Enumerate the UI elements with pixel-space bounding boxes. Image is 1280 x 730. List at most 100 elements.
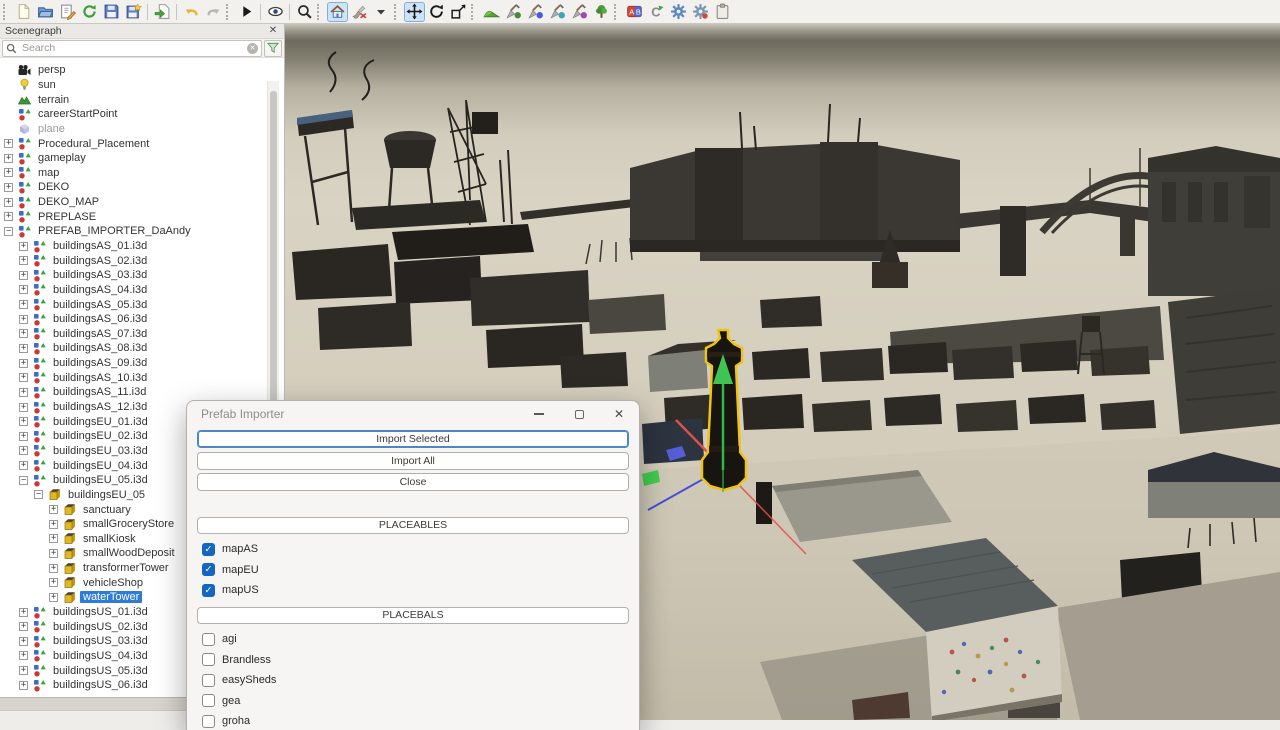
expand-icon[interactable]: + xyxy=(19,256,28,265)
collapse-icon[interactable]: − xyxy=(19,476,28,485)
new-file-button[interactable] xyxy=(13,2,34,22)
collapse-icon[interactable]: − xyxy=(4,227,13,236)
expand-icon[interactable]: + xyxy=(4,168,13,177)
import-all-button[interactable]: Import All xyxy=(197,452,629,470)
expand-icon[interactable]: + xyxy=(4,183,13,192)
dialog-titlebar[interactable]: Prefab Importer ✕ xyxy=(187,401,639,427)
tree-item-buildingsas-05-i3d[interactable]: +buildingsAS_05.i3d xyxy=(0,297,284,312)
gear-settings-button[interactable] xyxy=(690,2,711,22)
collapse-icon[interactable]: − xyxy=(34,490,43,499)
expand-icon[interactable]: + xyxy=(19,608,28,617)
terrain-paint-blue-button[interactable] xyxy=(525,2,546,22)
expand-icon[interactable]: + xyxy=(19,637,28,646)
expand-icon[interactable]: + xyxy=(19,681,28,690)
refresh-scripts-button[interactable]: C xyxy=(646,2,667,22)
terrain-paint-green-button[interactable] xyxy=(503,2,524,22)
expand-icon[interactable]: + xyxy=(49,534,58,543)
no-paint-button[interactable] xyxy=(349,2,370,22)
tree-item-plane[interactable]: plane xyxy=(0,122,284,137)
foliage-tree-button[interactable] xyxy=(591,2,612,22)
tree-item-terrain[interactable]: terrain xyxy=(0,92,284,107)
checkbox-row-mapas[interactable]: ✓mapAS xyxy=(197,539,629,560)
tree-item-buildingsas-01-i3d[interactable]: +buildingsAS_01.i3d xyxy=(0,239,284,254)
rotate-tool-button[interactable] xyxy=(426,2,447,22)
redo-button[interactable] xyxy=(203,2,224,22)
minimize-button[interactable] xyxy=(519,401,559,427)
tree-item-buildingsas-08-i3d[interactable]: +buildingsAS_08.i3d xyxy=(0,341,284,356)
undo-button[interactable] xyxy=(181,2,202,22)
toolbar-grip[interactable] xyxy=(317,4,322,20)
unchecked-checkbox-icon[interactable] xyxy=(202,674,215,687)
tree-item-map[interactable]: +map xyxy=(0,165,284,180)
tree-item-procedural-placement[interactable]: +Procedural_Placement xyxy=(0,136,284,151)
toolbar-grip[interactable] xyxy=(3,4,8,20)
tree-item-buildingsas-04-i3d[interactable]: +buildingsAS_04.i3d xyxy=(0,283,284,298)
expand-icon[interactable]: + xyxy=(19,315,28,324)
tree-item-buildingsas-07-i3d[interactable]: +buildingsAS_07.i3d xyxy=(0,327,284,342)
reload-button[interactable] xyxy=(79,2,100,22)
expand-icon[interactable]: + xyxy=(4,198,13,207)
expand-icon[interactable]: + xyxy=(19,359,28,368)
tree-item-buildingsas-02-i3d[interactable]: +buildingsAS_02.i3d xyxy=(0,253,284,268)
expand-icon[interactable]: + xyxy=(19,417,28,426)
expand-icon[interactable]: + xyxy=(19,666,28,675)
tree-item-buildingsas-10-i3d[interactable]: +buildingsAS_10.i3d xyxy=(0,370,284,385)
expand-icon[interactable]: + xyxy=(19,388,28,397)
tree-item-buildingsas-03-i3d[interactable]: +buildingsAS_03.i3d xyxy=(0,268,284,283)
filter-button[interactable] xyxy=(264,40,282,57)
ab-compare-button[interactable]: AB xyxy=(624,2,645,22)
unchecked-checkbox-icon[interactable] xyxy=(202,715,215,728)
expand-icon[interactable]: + xyxy=(49,564,58,573)
scale-tool-button[interactable] xyxy=(448,2,469,22)
expand-icon[interactable]: + xyxy=(19,403,28,412)
terrain-paint-teal-button[interactable] xyxy=(547,2,568,22)
expand-icon[interactable]: + xyxy=(49,505,58,514)
import-file-button[interactable] xyxy=(152,2,173,22)
expand-icon[interactable]: + xyxy=(4,139,13,148)
scenegraph-close-button[interactable]: ✕ xyxy=(267,25,279,37)
terrain-paint-purple-button[interactable] xyxy=(569,2,590,22)
checkbox-row-brandless[interactable]: Brandless xyxy=(197,650,629,671)
expand-icon[interactable]: + xyxy=(19,329,28,338)
expand-icon[interactable]: + xyxy=(19,651,28,660)
expand-icon[interactable]: + xyxy=(49,549,58,558)
save-button[interactable] xyxy=(101,2,122,22)
expand-icon[interactable]: + xyxy=(4,154,13,163)
terrain-sculpt-button[interactable] xyxy=(481,2,502,22)
edit-script-button[interactable] xyxy=(57,2,78,22)
expand-icon[interactable]: + xyxy=(19,432,28,441)
expand-icon[interactable]: + xyxy=(19,446,28,455)
open-folder-button[interactable] xyxy=(35,2,56,22)
unchecked-checkbox-icon[interactable] xyxy=(202,653,215,666)
close-button[interactable]: Close xyxy=(197,473,629,491)
search-input[interactable] xyxy=(20,41,244,55)
tree-item-gameplay[interactable]: +gameplay xyxy=(0,151,284,166)
gear-sync-button[interactable] xyxy=(668,2,689,22)
tree-item-deko-map[interactable]: +DEKO_MAP xyxy=(0,195,284,210)
unchecked-checkbox-icon[interactable] xyxy=(202,694,215,707)
checkbox-row-gea[interactable]: gea xyxy=(197,691,629,712)
checkbox-row-agi[interactable]: agi xyxy=(197,629,629,650)
expand-icon[interactable]: + xyxy=(19,373,28,382)
tree-item-careerstartpoint[interactable]: careerStartPoint xyxy=(0,107,284,122)
checkbox-row-mapeu[interactable]: ✓mapEU xyxy=(197,560,629,581)
tree-item-prefab-importer-daandy[interactable]: −PREFAB_IMPORTER_DaAndy xyxy=(0,224,284,239)
move-tool-button[interactable] xyxy=(404,2,425,22)
save-as-button[interactable] xyxy=(123,2,144,22)
expand-icon[interactable]: + xyxy=(19,271,28,280)
dropdown-arrow-button[interactable] xyxy=(371,2,392,22)
tree-item-buildingsas-06-i3d[interactable]: +buildingsAS_06.i3d xyxy=(0,312,284,327)
toolbar-grip[interactable] xyxy=(394,4,399,20)
toolbar-grip[interactable] xyxy=(471,4,476,20)
checkbox-row-groha[interactable]: groha xyxy=(197,711,629,730)
expand-icon[interactable]: + xyxy=(19,344,28,353)
expand-icon[interactable]: + xyxy=(4,212,13,221)
close-button[interactable]: ✕ xyxy=(599,401,639,427)
expand-icon[interactable]: + xyxy=(49,593,58,602)
unchecked-checkbox-icon[interactable] xyxy=(202,633,215,646)
play-button[interactable] xyxy=(236,2,257,22)
maximize-button[interactable] xyxy=(559,401,599,427)
checked-checkbox-icon[interactable]: ✓ xyxy=(202,543,215,556)
tree-item-persp[interactable]: persp xyxy=(0,63,284,78)
expand-icon[interactable]: + xyxy=(19,622,28,631)
